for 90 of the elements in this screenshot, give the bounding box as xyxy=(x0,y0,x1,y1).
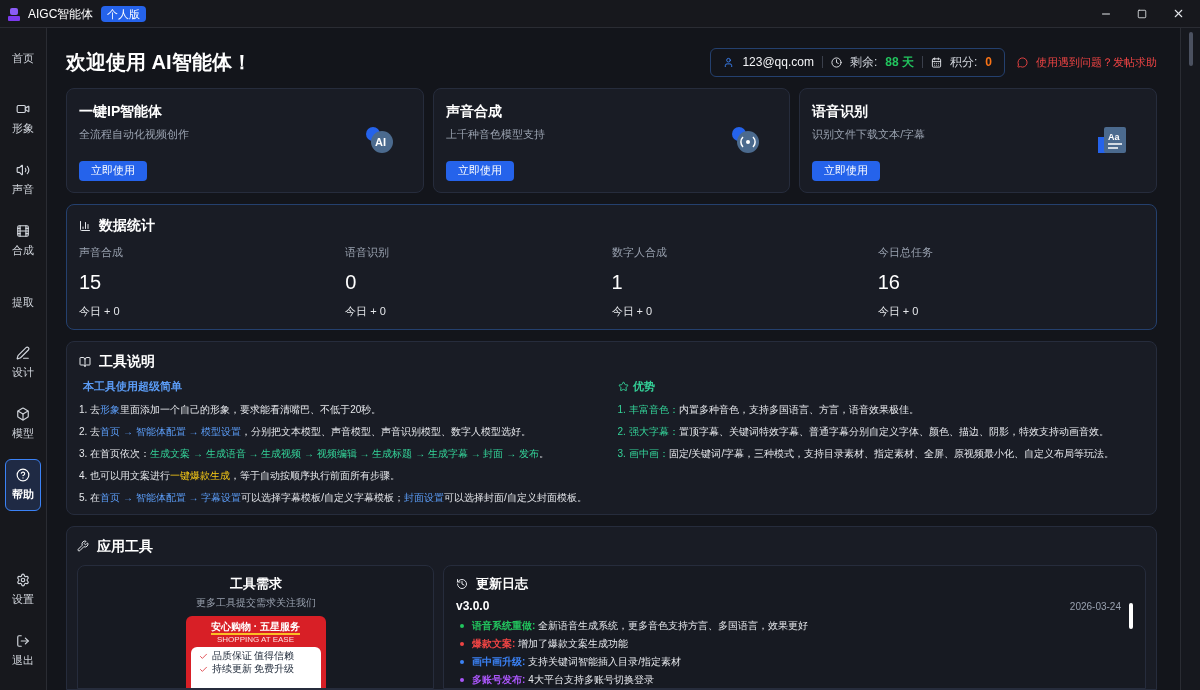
section-title: 数据统计 xyxy=(99,216,155,236)
link[interactable]: 形象 xyxy=(100,403,121,415)
remaining-days: 88 天 xyxy=(885,53,914,71)
advantages-heading: 优势 xyxy=(632,379,655,395)
card-title: 更新日志 xyxy=(476,574,528,593)
sidebar-item[interactable]: 声音 xyxy=(5,154,41,206)
feature-title: 一键IP智能体 xyxy=(79,102,164,121)
sidebar-item[interactable]: 帮助 xyxy=(5,459,41,511)
promo-point: 品质保证 值得信赖 xyxy=(211,650,295,663)
sidebar-item[interactable]: 设置 xyxy=(5,564,41,616)
version-label: v3.0.0 xyxy=(456,598,490,616)
pen-icon xyxy=(16,345,30,360)
stat-today: 今日 + 0 xyxy=(611,303,653,319)
guide-step: 1. 去形象里面添加一个自己的形象，要求能看清嘴巴、不低于20秒。 xyxy=(79,401,606,417)
scrollbar-thumb xyxy=(1129,603,1133,630)
changelog-item: 多账号发布: 4大平台支持多账号切换登录 xyxy=(472,673,654,688)
app-title: AIGC智能体 xyxy=(28,5,94,23)
use-now-button[interactable]: 立即使用 xyxy=(445,160,514,181)
calendar-icon xyxy=(930,56,942,68)
help-link[interactable]: 使用遇到问题？发帖求助 xyxy=(1017,53,1157,71)
sidebar-item[interactable]: 模型 xyxy=(5,398,41,450)
book-icon xyxy=(79,355,91,368)
edition-badge: 个人版 xyxy=(101,5,147,22)
box-icon xyxy=(16,406,30,421)
account-email: 123@qq.com xyxy=(742,54,814,71)
chat-icon xyxy=(1017,56,1028,68)
promo-point: 持续更新 免费升级 xyxy=(211,663,295,676)
advantage-item: 1. 丰富音色：内置多种音色，支持多国语言、方言，语音效果极佳。 xyxy=(617,402,920,417)
stat-today: 今日 + 0 xyxy=(79,303,120,319)
robot-logo-icon xyxy=(8,6,20,21)
feature-subtitle: 全流程自动化视频创作 xyxy=(79,127,190,142)
stat-label: 今日总任务 xyxy=(877,245,933,261)
sidebar-item[interactable]: 合成 xyxy=(5,215,41,267)
broadcast-icon xyxy=(731,125,762,155)
points-label: 积分: xyxy=(949,54,978,71)
stat-today: 今日 + 0 xyxy=(877,303,919,319)
link[interactable]: 封面设置 xyxy=(404,491,445,503)
use-now-button[interactable]: 立即使用 xyxy=(812,160,881,181)
stat-today: 今日 + 0 xyxy=(345,303,386,319)
stat-value: 16 xyxy=(877,269,900,295)
guide-heading: 本工具使用超级简单 xyxy=(82,379,183,395)
card-subtitle: 更多工具提交需求关注我们 xyxy=(195,596,316,611)
history-icon xyxy=(456,577,468,590)
feature-subtitle: 上千种音色模型支持 xyxy=(445,127,546,142)
stat-value: 1 xyxy=(611,269,623,295)
advantage-item: 2. 强大字幕：置顶字幕、关键词特效字幕、普通字幕分别自定义字体、颜色、描边、阴影，特效支持动画音效。 xyxy=(617,424,1110,439)
link[interactable]: 首页 → 智能体配置 → 字幕设置 xyxy=(100,491,242,503)
wrench-icon xyxy=(77,540,89,553)
settings-icon xyxy=(16,572,30,587)
feature-title: 语音识别 xyxy=(812,102,870,121)
user-icon xyxy=(723,56,735,68)
help-icon xyxy=(16,467,30,482)
changelog-item: 语音系统重做: 全新语音生成系统，更多音色支持方言、多国语言，效果更好 xyxy=(472,619,809,634)
card-title: 工具需求 xyxy=(229,574,282,593)
logout-icon xyxy=(16,633,30,648)
guide-step: 2. 去首页 → 智能体配置 → 模型设置，分别把文本模型、声音模型、声音识别模型、数字人模型选好。 xyxy=(79,423,606,439)
sidebar-item[interactable]: 退出 xyxy=(5,625,41,677)
stat-value: 0 xyxy=(345,269,357,295)
volume-icon xyxy=(16,162,30,177)
guide-step: 3. 在首页依次：生成文案 → 生成语音 → 生成视频 → 视频编辑 → 生成标题 → 生成字幕 → 封面 → 发布。 xyxy=(79,445,606,461)
guide-step: 5. 在首页 → 智能体配置 → 字幕设置可以选择字幕模板/自定义字幕模板；封面设置可以选择封面/自定义封面模板。 xyxy=(79,489,606,505)
section-title: 工具说明 xyxy=(99,352,155,372)
guide-step: 4. 也可以用文案进行一键爆款生成，等于自动按顺序执行前面所有步骤。 xyxy=(79,467,606,483)
link[interactable]: 首页 → 智能体配置 → 模型设置 xyxy=(100,425,242,437)
remaining-label: 剩余: xyxy=(849,54,878,71)
release-date: 2026-03-24 xyxy=(1069,599,1121,614)
sidebar-item[interactable]: 首页 xyxy=(5,32,41,84)
section-title: 应用工具 xyxy=(97,536,153,556)
feature-title: 声音合成 xyxy=(445,102,503,121)
stat-label: 数字人合成 xyxy=(611,245,667,261)
clock-icon xyxy=(830,56,842,68)
sidebar-item[interactable]: 形象 xyxy=(5,93,41,145)
welcome-title: 欢迎使用 AI智能体！ xyxy=(66,50,252,75)
stat-label: 声音合成 xyxy=(79,245,123,261)
film-icon xyxy=(16,223,30,238)
changelog-item: 画中画升级: 支持关键词智能插入目录/指定素材 xyxy=(472,655,681,670)
changelog-item: 爆款文案: 增加了爆款文案生成功能 xyxy=(472,637,629,652)
advantage-item: 3. 画中画：固定/关键词/字幕，三种模式，支持目录素材、指定素材、全屏、原视频最小化、自定义布局等玩法。 xyxy=(617,446,1116,461)
stat-value: 15 xyxy=(79,269,102,295)
use-now-button[interactable]: 立即使用 xyxy=(79,160,147,181)
points-value: 0 xyxy=(985,54,992,71)
star-icon xyxy=(617,381,629,392)
promo-tagline: SHOPPING AT EASE xyxy=(216,635,295,646)
chart-icon xyxy=(79,219,91,232)
feature-subtitle: 识别文件下载文本/字幕 xyxy=(812,127,927,142)
sidebar-item[interactable]: 设计 xyxy=(5,337,41,389)
sidebar-item[interactable]: 提取 xyxy=(5,276,41,328)
promo-headline: 安心购物 · 五星服务 xyxy=(211,620,300,636)
stat-label: 语音识别 xyxy=(345,245,390,261)
maximize-icon xyxy=(1137,8,1147,19)
